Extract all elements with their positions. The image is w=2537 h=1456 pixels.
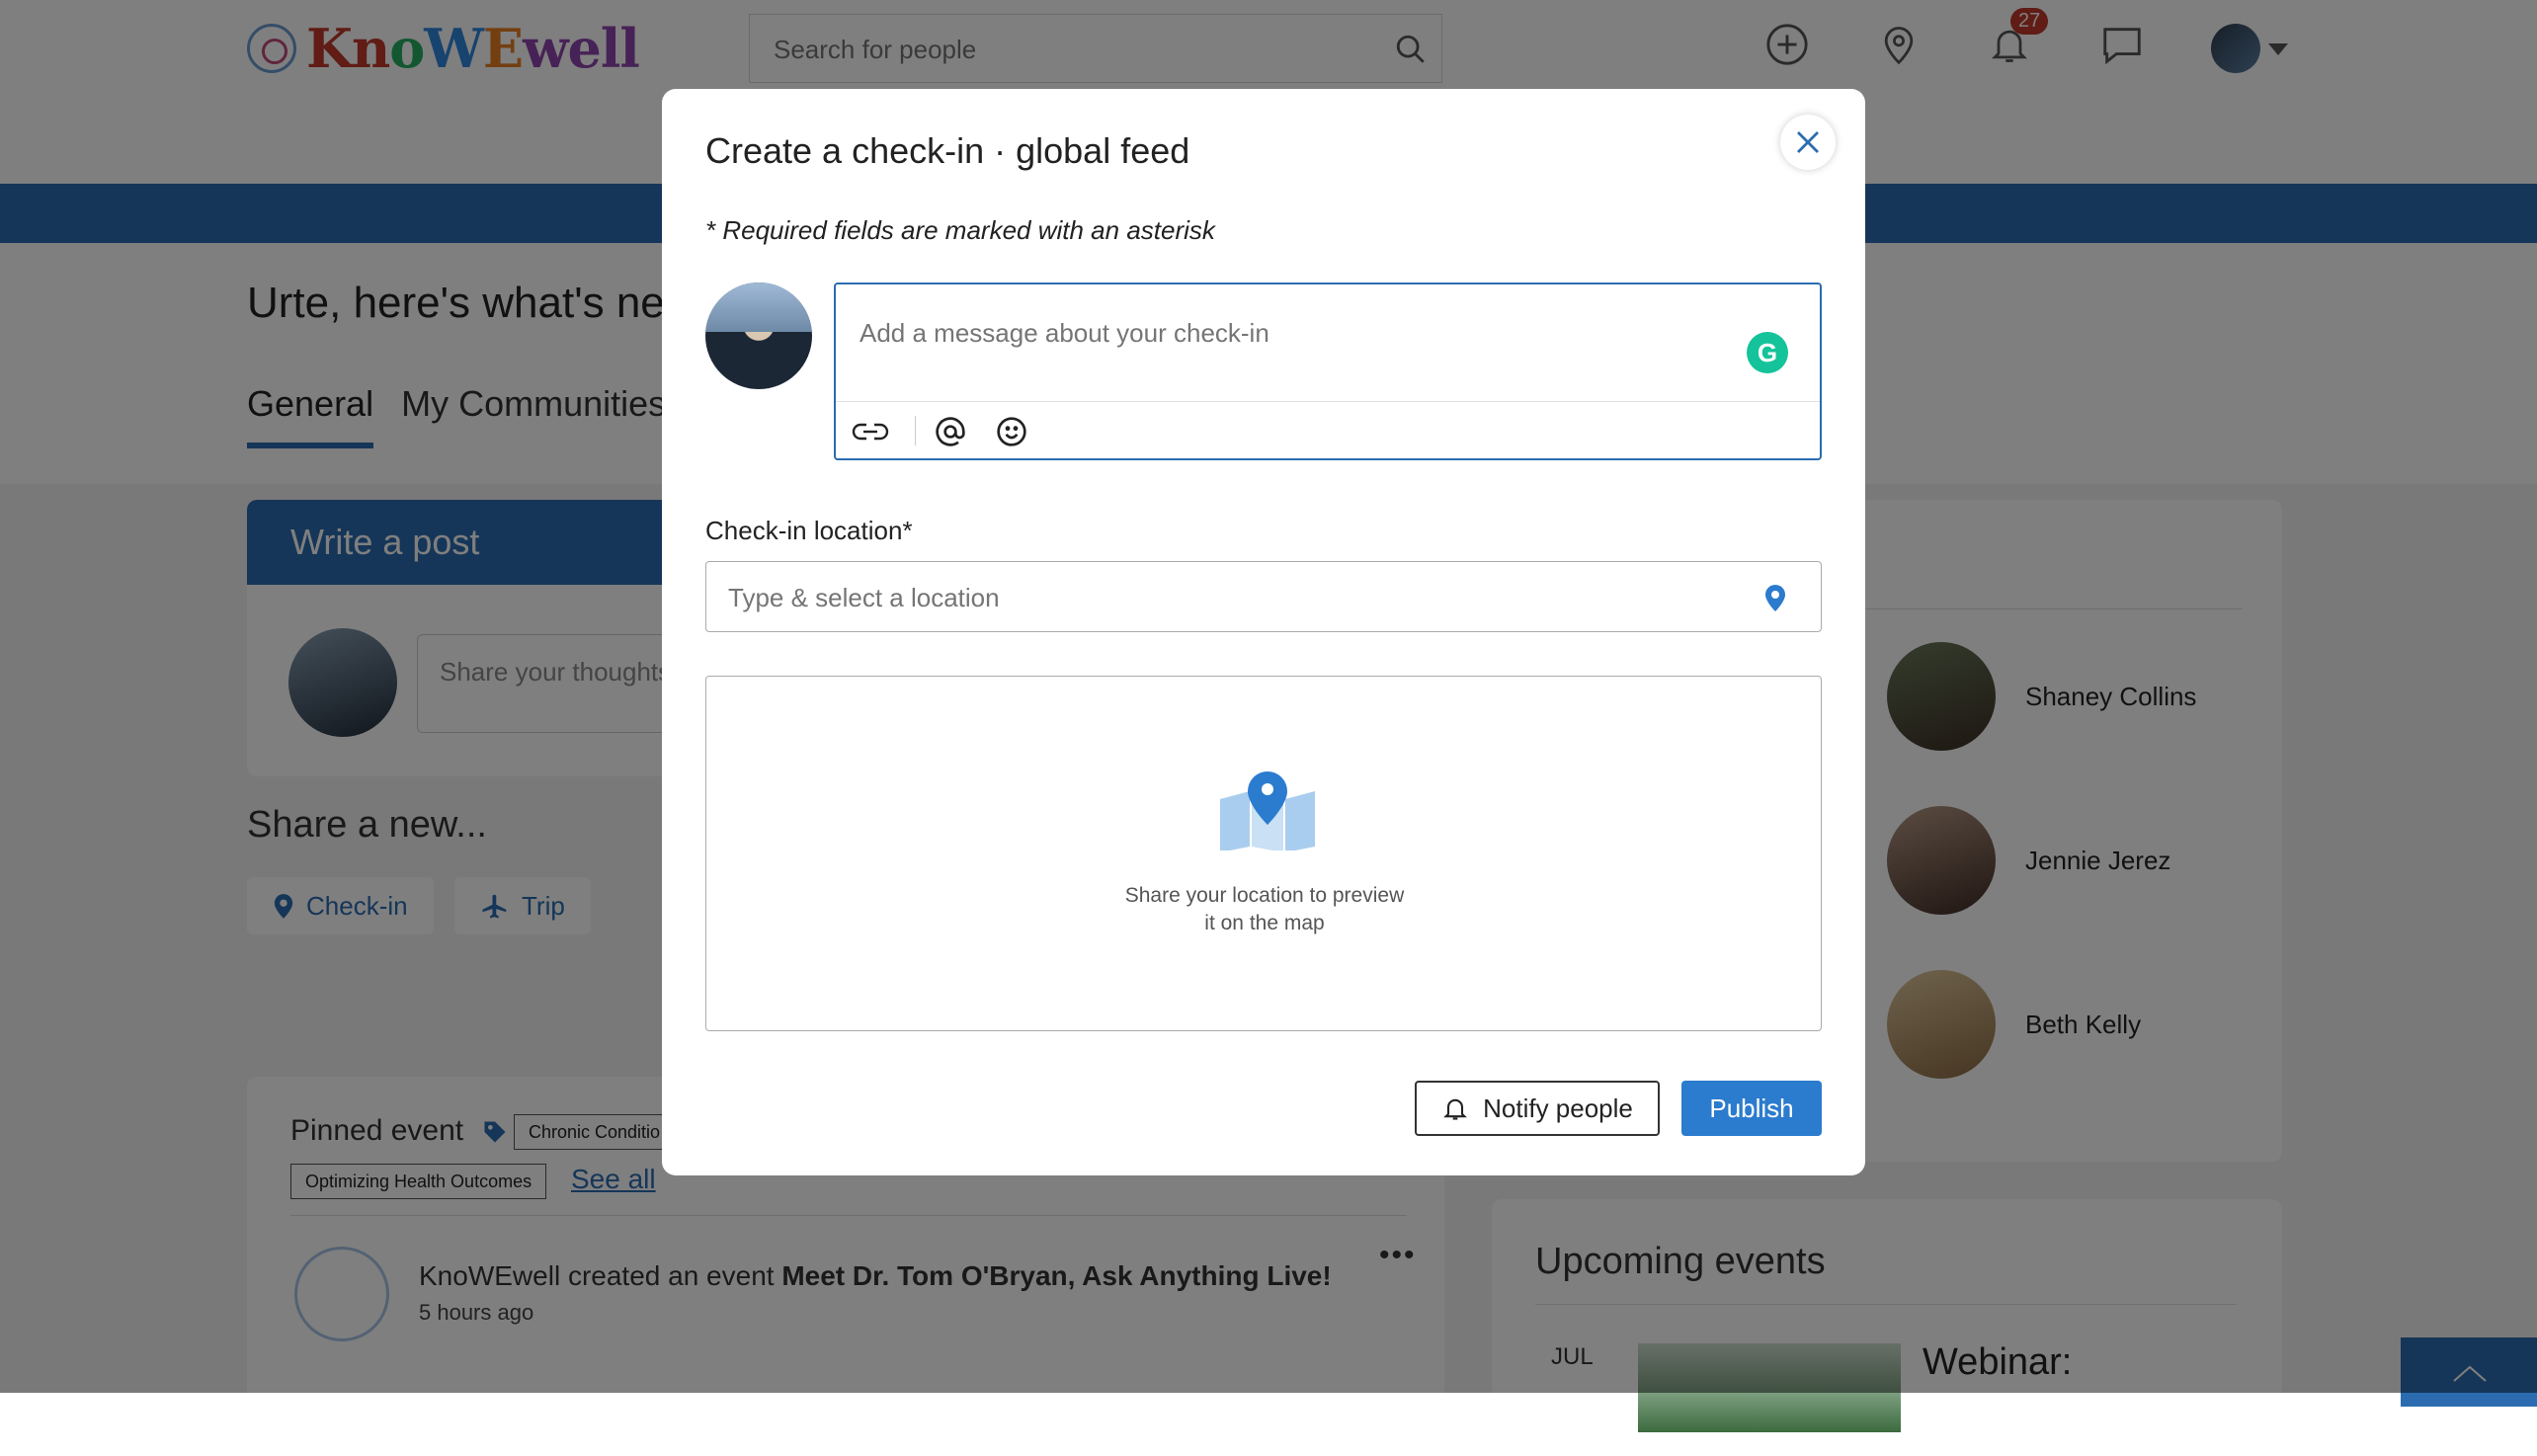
bell-icon: [1443, 1098, 1467, 1120]
message-toolbar: [836, 401, 1820, 461]
notify-people-button[interactable]: Notify people: [1415, 1081, 1660, 1136]
emoji-icon[interactable]: [996, 416, 1027, 447]
checkin-message-input[interactable]: [858, 302, 1711, 364]
author-avatar: [705, 283, 812, 389]
mention-icon[interactable]: [935, 416, 966, 447]
create-checkin-dialog: Create a check-in · global feed * Requir…: [662, 89, 1865, 1175]
close-button[interactable]: [1780, 115, 1836, 170]
map-hint-line2: it on the map: [1204, 912, 1325, 934]
close-icon: [1797, 131, 1819, 153]
publish-button[interactable]: Publish: [1681, 1081, 1822, 1136]
notify-people-label: Notify people: [1483, 1092, 1633, 1123]
checkin-location-label: Check-in location*: [705, 516, 913, 546]
location-label-text: Check-in location: [705, 516, 903, 545]
location-pin-icon[interactable]: [1763, 582, 1787, 613]
map-hint: Share your location to preview it on the…: [1042, 882, 1487, 937]
required-asterisk: *: [902, 516, 913, 545]
toolbar-separator: [915, 416, 916, 445]
map-pin-icon: [1220, 771, 1315, 850]
location-field: [705, 561, 1822, 633]
map-preview: Share your location to preview it on the…: [705, 676, 1822, 1031]
grammarly-icon[interactable]: G: [1747, 332, 1788, 373]
checkin-message-box: G: [834, 283, 1822, 460]
required-fields-note: * Required fields are marked with an ast…: [705, 215, 1215, 245]
location-input[interactable]: [726, 562, 1718, 633]
map-hint-line1: Share your location to preview: [1124, 884, 1405, 907]
dialog-title: Create a check-in · global feed: [705, 130, 1190, 171]
link-icon[interactable]: [852, 418, 889, 445]
